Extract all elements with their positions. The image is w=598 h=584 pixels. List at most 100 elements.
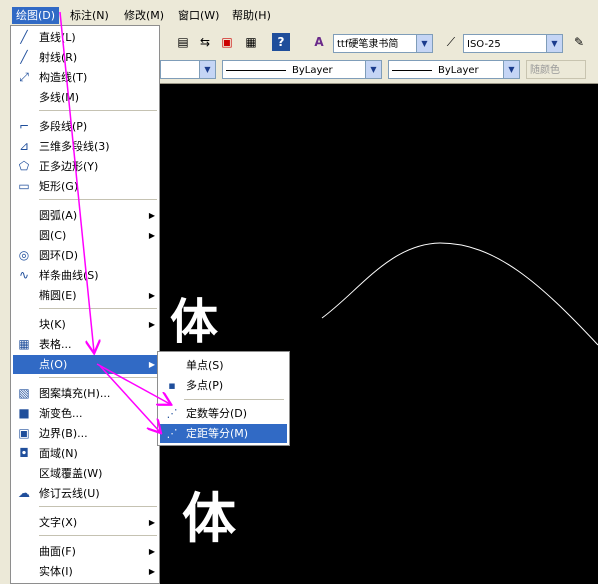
sheetset-icon[interactable]: ▣ [218, 33, 236, 51]
text-style-icon[interactable]: A [310, 33, 328, 51]
menu-item-table[interactable]: ▦ 表格... [13, 335, 159, 354]
menu-item-3dpolyline[interactable]: ⊿ 三维多段线(3) [13, 137, 159, 156]
menu-item-label: 圆(C) [39, 229, 67, 242]
standard-toolbar: ▤ ⇆ ▣ ▦ ? A ttf硬笔隶书简 ▼ ⟋ ISO-25 ▼ ✎ [160, 30, 598, 58]
menu-item-label: 渐变色... [39, 407, 83, 420]
menu-item-block[interactable]: 块(K) ▶ [13, 315, 159, 334]
toolpalette-icon[interactable]: ⇆ [196, 33, 214, 51]
submenu-arrow-icon: ▶ [148, 291, 155, 300]
menu-item-circle[interactable]: 圆(C) ▶ [13, 226, 159, 245]
menu-item-mline[interactable]: 多线(M) [13, 88, 159, 107]
point-submenu: 单点(S) ▪ 多点(P) ⋰ 定数等分(D) ⋰ 定距等分(M) [157, 351, 290, 446]
chevron-down-icon: ▼ [365, 61, 381, 78]
menu-item-label: 正多边形(Y) [39, 160, 99, 173]
help-icon[interactable]: ? [272, 33, 290, 51]
menu-modify[interactable]: 修改(M) [120, 7, 168, 24]
menu-item-revcloud[interactable]: ☁ 修订云线(U) [13, 484, 159, 503]
menu-item-label: 圆弧(A) [39, 209, 78, 222]
3dpolyline-icon: ⊿ [18, 138, 30, 153]
menu-item-label: 矩形(G) [39, 180, 79, 193]
submenu-arrow-icon: ▶ [148, 518, 155, 527]
menu-item-label: 图案填充(H)... [39, 387, 111, 400]
line-sample-icon [392, 69, 432, 71]
submenu-item-multiple-point[interactable]: ▪ 多点(P) [160, 376, 287, 395]
linetype-value: ByLayer [292, 65, 333, 76]
text-style-select[interactable]: ttf硬笔隶书简 ▼ [333, 34, 433, 53]
properties-icon[interactable]: ▤ [174, 33, 192, 51]
menu-separator [184, 399, 284, 400]
dim-style-value: ISO-25 [467, 39, 501, 50]
menu-item-arc[interactable]: 圆弧(A) ▶ [13, 206, 159, 225]
menu-item-label: 射线(R) [39, 51, 78, 64]
canvas-text-fragment: 体 [170, 294, 219, 350]
chevron-down-icon: ▼ [503, 61, 519, 78]
menu-item-polygon[interactable]: ⬠ 正多边形(Y) [13, 157, 159, 176]
menu-item-rectangle[interactable]: ▭ 矩形(G) [13, 177, 159, 196]
menu-item-label: 点(O) [39, 358, 68, 371]
submenu-item-label: 单点(S) [186, 359, 224, 372]
menu-item-label: 样条曲线(S) [39, 269, 99, 282]
submenu-item-single-point[interactable]: 单点(S) [160, 356, 287, 375]
draw-menu: ╱ 直线(L) ╱ 射线(R) ⤢ 构造线(T) 多线(M) ⌐ 多段线(P) … [10, 25, 160, 584]
menu-item-line[interactable]: ╱ 直线(L) [13, 28, 159, 47]
submenu-item-divide[interactable]: ⋰ 定数等分(D) [160, 404, 287, 423]
menu-separator [39, 535, 157, 536]
plotstyle-select[interactable]: 随颜色 [526, 60, 586, 79]
submenu-arrow-icon: ▶ [148, 211, 155, 220]
table-icon: ▦ [18, 336, 30, 351]
menu-item-region[interactable]: ◘ 面域(N) [13, 444, 159, 463]
menu-dimension[interactable]: 标注(N) [66, 7, 113, 24]
lineweight-select[interactable]: ByLayer ▼ [388, 60, 520, 79]
xline-icon: ⤢ [19, 69, 29, 84]
menu-item-label: 边界(B)... [39, 427, 88, 440]
calculator-icon[interactable]: ▦ [242, 33, 260, 51]
menu-item-polyline[interactable]: ⌐ 多段线(P) [13, 117, 159, 136]
menu-window[interactable]: 窗口(W) [174, 7, 223, 24]
gradient-icon: ■ [18, 405, 30, 420]
menu-item-label: 实体(I) [39, 565, 73, 578]
menu-item-text[interactable]: 文字(X) ▶ [13, 513, 159, 532]
rectangle-icon: ▭ [18, 178, 30, 193]
menu-item-point[interactable]: 点(O) ▶ [13, 355, 159, 374]
submenu-item-label: 定距等分(M) [186, 427, 249, 440]
menu-item-boundary[interactable]: ▣ 边界(B)... [13, 424, 159, 443]
menu-item-label: 曲面(F) [39, 545, 76, 558]
divide-icon: ⋰ [166, 406, 178, 420]
polyline-icon: ⌐ [18, 118, 30, 133]
menu-item-ellipse[interactable]: 椭圆(E) ▶ [13, 286, 159, 305]
table-style-icon[interactable]: ✎ [570, 33, 588, 51]
properties-toolbar: ▼ ByLayer ▼ ByLayer ▼ 随颜色 [160, 57, 598, 84]
menu-item-label: 块(K) [39, 318, 66, 331]
menu-item-label: 直线(L) [39, 31, 76, 44]
dim-style-select[interactable]: ISO-25 ▼ [463, 34, 563, 53]
menu-item-label: 面域(N) [39, 447, 78, 460]
menu-item-label: 区域覆盖(W) [39, 467, 103, 480]
menu-item-spline[interactable]: ∿ 样条曲线(S) [13, 266, 159, 285]
submenu-item-measure[interactable]: ⋰ 定距等分(M) [160, 424, 287, 443]
menu-separator [39, 199, 157, 200]
menu-item-label: 圆环(D) [39, 249, 79, 262]
menu-item-surfaces[interactable]: 曲面(F) ▶ [13, 542, 159, 561]
menu-draw[interactable]: 绘图(D) [12, 7, 60, 24]
menu-item-label: 三维多段线(3) [39, 140, 110, 153]
menu-item-gradient[interactable]: ■ 渐变色... [13, 404, 159, 423]
linetype-select[interactable]: ByLayer ▼ [222, 60, 382, 79]
menu-item-ray[interactable]: ╱ 射线(R) [13, 48, 159, 67]
menu-item-label: 修订云线(U) [39, 487, 100, 500]
menu-help[interactable]: 帮助(H) [228, 7, 275, 24]
menu-item-hatch[interactable]: ▧ 图案填充(H)... [13, 384, 159, 403]
submenu-arrow-icon: ▶ [148, 567, 155, 576]
dim-style-icon[interactable]: ⟋ [442, 33, 460, 51]
submenu-item-label: 多点(P) [186, 379, 224, 392]
menu-item-solids[interactable]: 实体(I) ▶ [13, 562, 159, 581]
submenu-arrow-icon: ▶ [148, 320, 155, 329]
menu-item-xline[interactable]: ⤢ 构造线(T) [13, 68, 159, 87]
point-icon: ▪ [168, 378, 176, 392]
menu-item-label: 构造线(T) [39, 71, 88, 84]
color-select[interactable]: ▼ [160, 60, 216, 79]
region-icon: ◘ [19, 445, 29, 460]
menu-item-wipeout[interactable]: 区域覆盖(W) [13, 464, 159, 483]
menu-item-donut[interactable]: ◎ 圆环(D) [13, 246, 159, 265]
hatch-icon: ▧ [18, 385, 30, 400]
donut-icon: ◎ [18, 247, 30, 262]
